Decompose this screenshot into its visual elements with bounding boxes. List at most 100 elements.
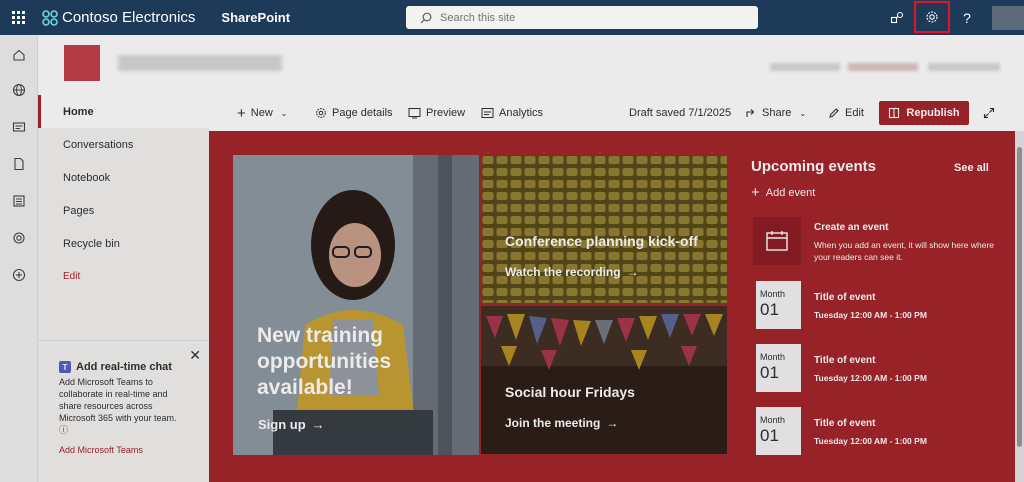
calendar-placeholder [753, 217, 801, 265]
site-header [38, 35, 1024, 95]
event-month: Month [760, 352, 786, 362]
gear-icon [926, 11, 938, 23]
page-scrollbar[interactable] [1015, 131, 1024, 482]
search-icon [420, 12, 432, 23]
nav-item-label: Conversations [63, 138, 134, 151]
watch-recording-link[interactable]: Watch the recording → [505, 265, 639, 279]
add-event-label: Add event [765, 186, 816, 199]
event-item[interactable]: Month 01 Title of event Tuesday 12:00 AM… [753, 407, 993, 455]
site-logo[interactable] [64, 45, 100, 81]
sharepoint-connections-button[interactable] [882, 0, 912, 35]
waffle-icon [11, 11, 25, 24]
global-rail-button[interactable] [9, 80, 29, 100]
share-button[interactable]: Share ⌄ [745, 95, 806, 131]
nav-edit-link[interactable]: Edit [38, 260, 209, 293]
republish-icon [889, 107, 900, 119]
teams-desc-text: Add Microsoft Teams to collaborate in re… [59, 377, 177, 423]
teams-card-title-text: Add real-time chat [76, 361, 172, 373]
site-title-redacted[interactable] [118, 55, 282, 71]
draft-status-text: Draft saved 7/1/2025 [629, 107, 732, 119]
nav-item-label: Edit [63, 271, 81, 282]
hero-main-image [233, 155, 479, 455]
hero-tile-social-hour[interactable]: Social hour Fridays Join the meeting → [481, 306, 727, 454]
expand-button[interactable] [983, 95, 995, 131]
nav-item-home[interactable]: Home [38, 95, 209, 128]
search-input[interactable] [440, 11, 740, 24]
nav-item-pages[interactable]: Pages [38, 194, 209, 227]
chevron-down-icon: ⌄ [799, 108, 807, 118]
info-icon[interactable]: ⓘ [59, 425, 68, 435]
share-icon [746, 109, 755, 117]
home-rail-button[interactable] [9, 45, 29, 65]
event-item[interactable]: Month 01 Title of event Tuesday 12:00 AM… [753, 281, 993, 329]
nav-item-conversations[interactable]: Conversations [38, 128, 209, 161]
gear-icon [316, 108, 326, 118]
connections-icon [890, 11, 904, 23]
nav-item-label: Pages [63, 204, 95, 217]
republish-label: Republish [906, 107, 960, 119]
settings-button[interactable] [914, 1, 950, 33]
command-bar: + New ⌄ Page details Preview Analytics D… [209, 95, 1024, 131]
plus-icon: + [237, 104, 246, 122]
scrollbar-thumb[interactable] [1017, 147, 1022, 447]
expand-icon [983, 107, 995, 119]
search-box[interactable] [406, 6, 758, 29]
loop-icon [13, 232, 25, 244]
header-link-redacted[interactable] [848, 63, 918, 71]
help-button[interactable]: ? [952, 0, 982, 35]
teams-promo-card: ✕ T Add real-time chat Add Microsoft Tea… [38, 340, 209, 482]
brand-link[interactable]: Contoso Electronics [42, 9, 195, 26]
party-bunting-image [481, 306, 727, 454]
edit-button[interactable]: Edit [828, 95, 864, 131]
teams-card-title: T Add real-time chat [59, 361, 195, 373]
new-button[interactable]: + New ⌄ [237, 95, 287, 131]
teams-card-description: Add Microsoft Teams to collaborate in re… [59, 376, 179, 436]
nav-item-notebook[interactable]: Notebook [38, 161, 209, 194]
document-icon [14, 157, 24, 171]
event-date: Month 01 [753, 407, 801, 455]
app-name-link[interactable]: SharePoint [221, 10, 290, 25]
header-link-redacted[interactable] [770, 63, 840, 71]
preview-icon [408, 108, 421, 119]
events-title: Upcoming events [751, 158, 877, 175]
contoso-logo-icon [42, 9, 58, 26]
account-avatar[interactable] [992, 6, 1024, 30]
brand-name: Contoso Electronics [62, 9, 196, 26]
social-hour-title: Social hour Fridays [505, 384, 635, 400]
add-event-button[interactable]: + Add event [751, 184, 815, 201]
analytics-button[interactable]: Analytics [481, 95, 543, 131]
create-event-description: When you add an event, it will show here… [814, 240, 995, 262]
globe-icon [12, 83, 26, 97]
edit-label: Edit [845, 107, 864, 119]
add-teams-link[interactable]: Add Microsoft Teams [59, 445, 195, 455]
event-item[interactable]: Month 01 Title of event Tuesday 12:00 AM… [753, 344, 993, 392]
close-icon[interactable]: ✕ [189, 347, 201, 364]
pencil-icon [829, 108, 839, 118]
create-rail-button[interactable] [9, 265, 29, 285]
hero-tile-conference[interactable]: Conference planning kick-off Watch the r… [481, 155, 727, 303]
preview-label: Preview [426, 107, 466, 119]
republish-button[interactable]: Republish [879, 101, 969, 125]
event-month: Month [760, 415, 786, 425]
event-title: Title of event [814, 418, 876, 429]
preview-button[interactable]: Preview [408, 95, 465, 131]
hero-main-tile[interactable]: New training opportunities available! Si… [233, 155, 479, 455]
news-rail-button[interactable] [9, 117, 29, 137]
header-link-redacted[interactable] [928, 63, 1000, 71]
event-day: 01 [760, 363, 779, 382]
plus-icon: + [751, 184, 760, 201]
join-meeting-link[interactable]: Join the meeting → [505, 416, 618, 430]
sign-up-link[interactable]: Sign up → [258, 417, 325, 432]
lists-rail-button[interactable] [9, 191, 29, 211]
nav-item-recycle-bin[interactable]: Recycle bin [38, 227, 209, 260]
create-event-title: Create an event [814, 222, 889, 233]
watch-recording-label: Watch the recording [505, 265, 621, 279]
chevron-down-icon: ⌄ [280, 108, 288, 118]
loop-rail-button[interactable] [9, 228, 29, 248]
see-all-link[interactable]: See all [954, 162, 989, 174]
conference-title: Conference planning kick-off [505, 233, 698, 249]
files-rail-button[interactable] [9, 154, 29, 174]
draft-status: Draft saved 7/1/2025 [629, 95, 731, 131]
app-launcher-button[interactable] [0, 0, 36, 35]
page-details-button[interactable]: Page details [315, 95, 393, 131]
